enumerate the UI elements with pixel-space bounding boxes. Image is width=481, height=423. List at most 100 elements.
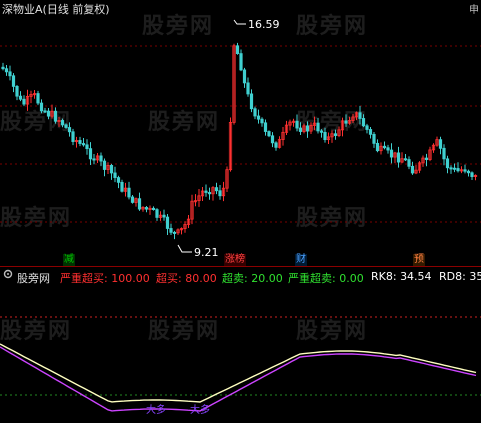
candle-body: [172, 231, 177, 234]
candle-body: [18, 95, 23, 100]
candle-body: [43, 110, 47, 113]
param-rd8: RD8: 35: [439, 270, 481, 283]
candle-body: [389, 149, 394, 158]
candle-body: [15, 85, 19, 97]
candle-body: [242, 69, 247, 84]
corner-button[interactable]: 申: [469, 1, 479, 16]
candle-body: [256, 115, 261, 120]
candle-body: [155, 209, 159, 218]
signal-label: 大多: [146, 403, 166, 416]
candle-body: [11, 75, 16, 87]
candle-body: [8, 71, 12, 77]
candle-body: [46, 110, 51, 117]
candle-body: [81, 143, 86, 146]
candle-body: [239, 53, 243, 71]
candle-body: [85, 144, 89, 150]
candle-body: [102, 160, 107, 170]
high-marker: [233, 19, 246, 25]
candle-body: [463, 169, 467, 172]
settings-icon[interactable]: [3, 269, 13, 279]
candle-body: [270, 135, 275, 144]
candle-body: [144, 207, 149, 210]
candle-body: [120, 181, 124, 192]
param-severe-oversold: 严重超卖: 0.00: [288, 272, 364, 285]
candle-body: [253, 108, 257, 117]
candle-body: [403, 158, 408, 161]
candle-body: [344, 120, 348, 124]
candle-body: [22, 98, 26, 105]
price-chart-pane[interactable]: 股旁网 股旁网 股旁网 股旁网 股旁网 股旁网 股旁网 16.59 9.21 深物…: [0, 0, 481, 266]
candle-body: [365, 125, 369, 130]
candle-body: [386, 147, 390, 151]
candle-body: [295, 120, 299, 129]
candle-body: [319, 130, 324, 133]
candle-body: [53, 110, 58, 122]
candle-body: [452, 167, 457, 170]
candle-body: [316, 122, 320, 132]
candle-body: [407, 159, 411, 167]
candle-body: [218, 190, 222, 197]
candle-body: [151, 207, 156, 211]
candle-body: [4, 68, 9, 73]
candle-body: [235, 45, 240, 55]
candle-body: [333, 133, 338, 136]
candle-body: [214, 187, 219, 192]
candle-body: [67, 127, 72, 133]
candle-body: [169, 228, 173, 233]
candle-body: [267, 131, 271, 137]
candle-body: [368, 129, 373, 135]
rk8-line: [0, 343, 477, 403]
indicator-header: 股旁网 严重超买: 100.00 超买: 80.00 超卖: 20.00 严重超…: [0, 267, 481, 285]
candle-body: [358, 112, 362, 119]
candle-body: [162, 214, 166, 218]
candle-body: [442, 147, 446, 160]
candle-body: [305, 125, 310, 132]
candle-body: [249, 93, 254, 110]
indicator-name[interactable]: 股旁网: [17, 270, 50, 285]
candle-body: [274, 142, 278, 148]
candle-body: [130, 196, 135, 203]
candle-body: [456, 168, 460, 172]
candle-body: [375, 142, 380, 152]
candle-body: [127, 187, 131, 198]
candle-body: [445, 158, 450, 169]
indicator-pane[interactable]: 股旁网 股旁网 股旁网 大多 大多: [0, 285, 481, 423]
event-tag-reduce[interactable]: 减: [63, 254, 75, 266]
high-price-label: 16.59: [248, 18, 280, 31]
candle-body: [39, 102, 44, 112]
candle-body: [116, 177, 121, 183]
chart-title: 深物业A(日线 前复权): [2, 3, 110, 16]
candle-body: [298, 127, 303, 132]
candle-body: [382, 145, 387, 149]
candle-body: [207, 192, 212, 195]
candle-body: [410, 165, 415, 174]
candle-body: [165, 216, 170, 229]
candle-body: [99, 155, 103, 162]
candle-body: [260, 118, 264, 124]
candle-body: [449, 167, 453, 170]
candle-body: [64, 124, 68, 128]
indicator-chart[interactable]: 大多 大多: [0, 285, 481, 423]
event-tag-forecast[interactable]: 预: [413, 254, 425, 266]
candle-body: [109, 165, 114, 174]
candle-body: [36, 93, 40, 104]
candle-body: [396, 152, 401, 163]
event-tag-finance[interactable]: 财: [295, 254, 307, 266]
param-severe-overbought: 严重超买: 100.00: [60, 272, 150, 285]
event-tag-top-gainer[interactable]: 涨榜: [224, 254, 246, 266]
low-marker: [177, 244, 192, 253]
candle-body: [438, 139, 443, 149]
candle-body: [424, 157, 429, 160]
candle-body: [323, 131, 327, 141]
param-overbought: 超买: 80.00: [156, 272, 217, 285]
candle-body: [92, 158, 96, 161]
candlestick-chart[interactable]: 16.59 9.21: [0, 0, 481, 266]
candle-body: [78, 140, 82, 144]
candle-body: [361, 118, 366, 127]
candle-body: [113, 172, 117, 178]
candle-body: [372, 133, 376, 144]
param-rk8: RK8: 34.54: [371, 270, 432, 283]
candle-body: [204, 190, 208, 193]
candle-body: [1, 66, 5, 70]
candle-body: [88, 148, 93, 160]
